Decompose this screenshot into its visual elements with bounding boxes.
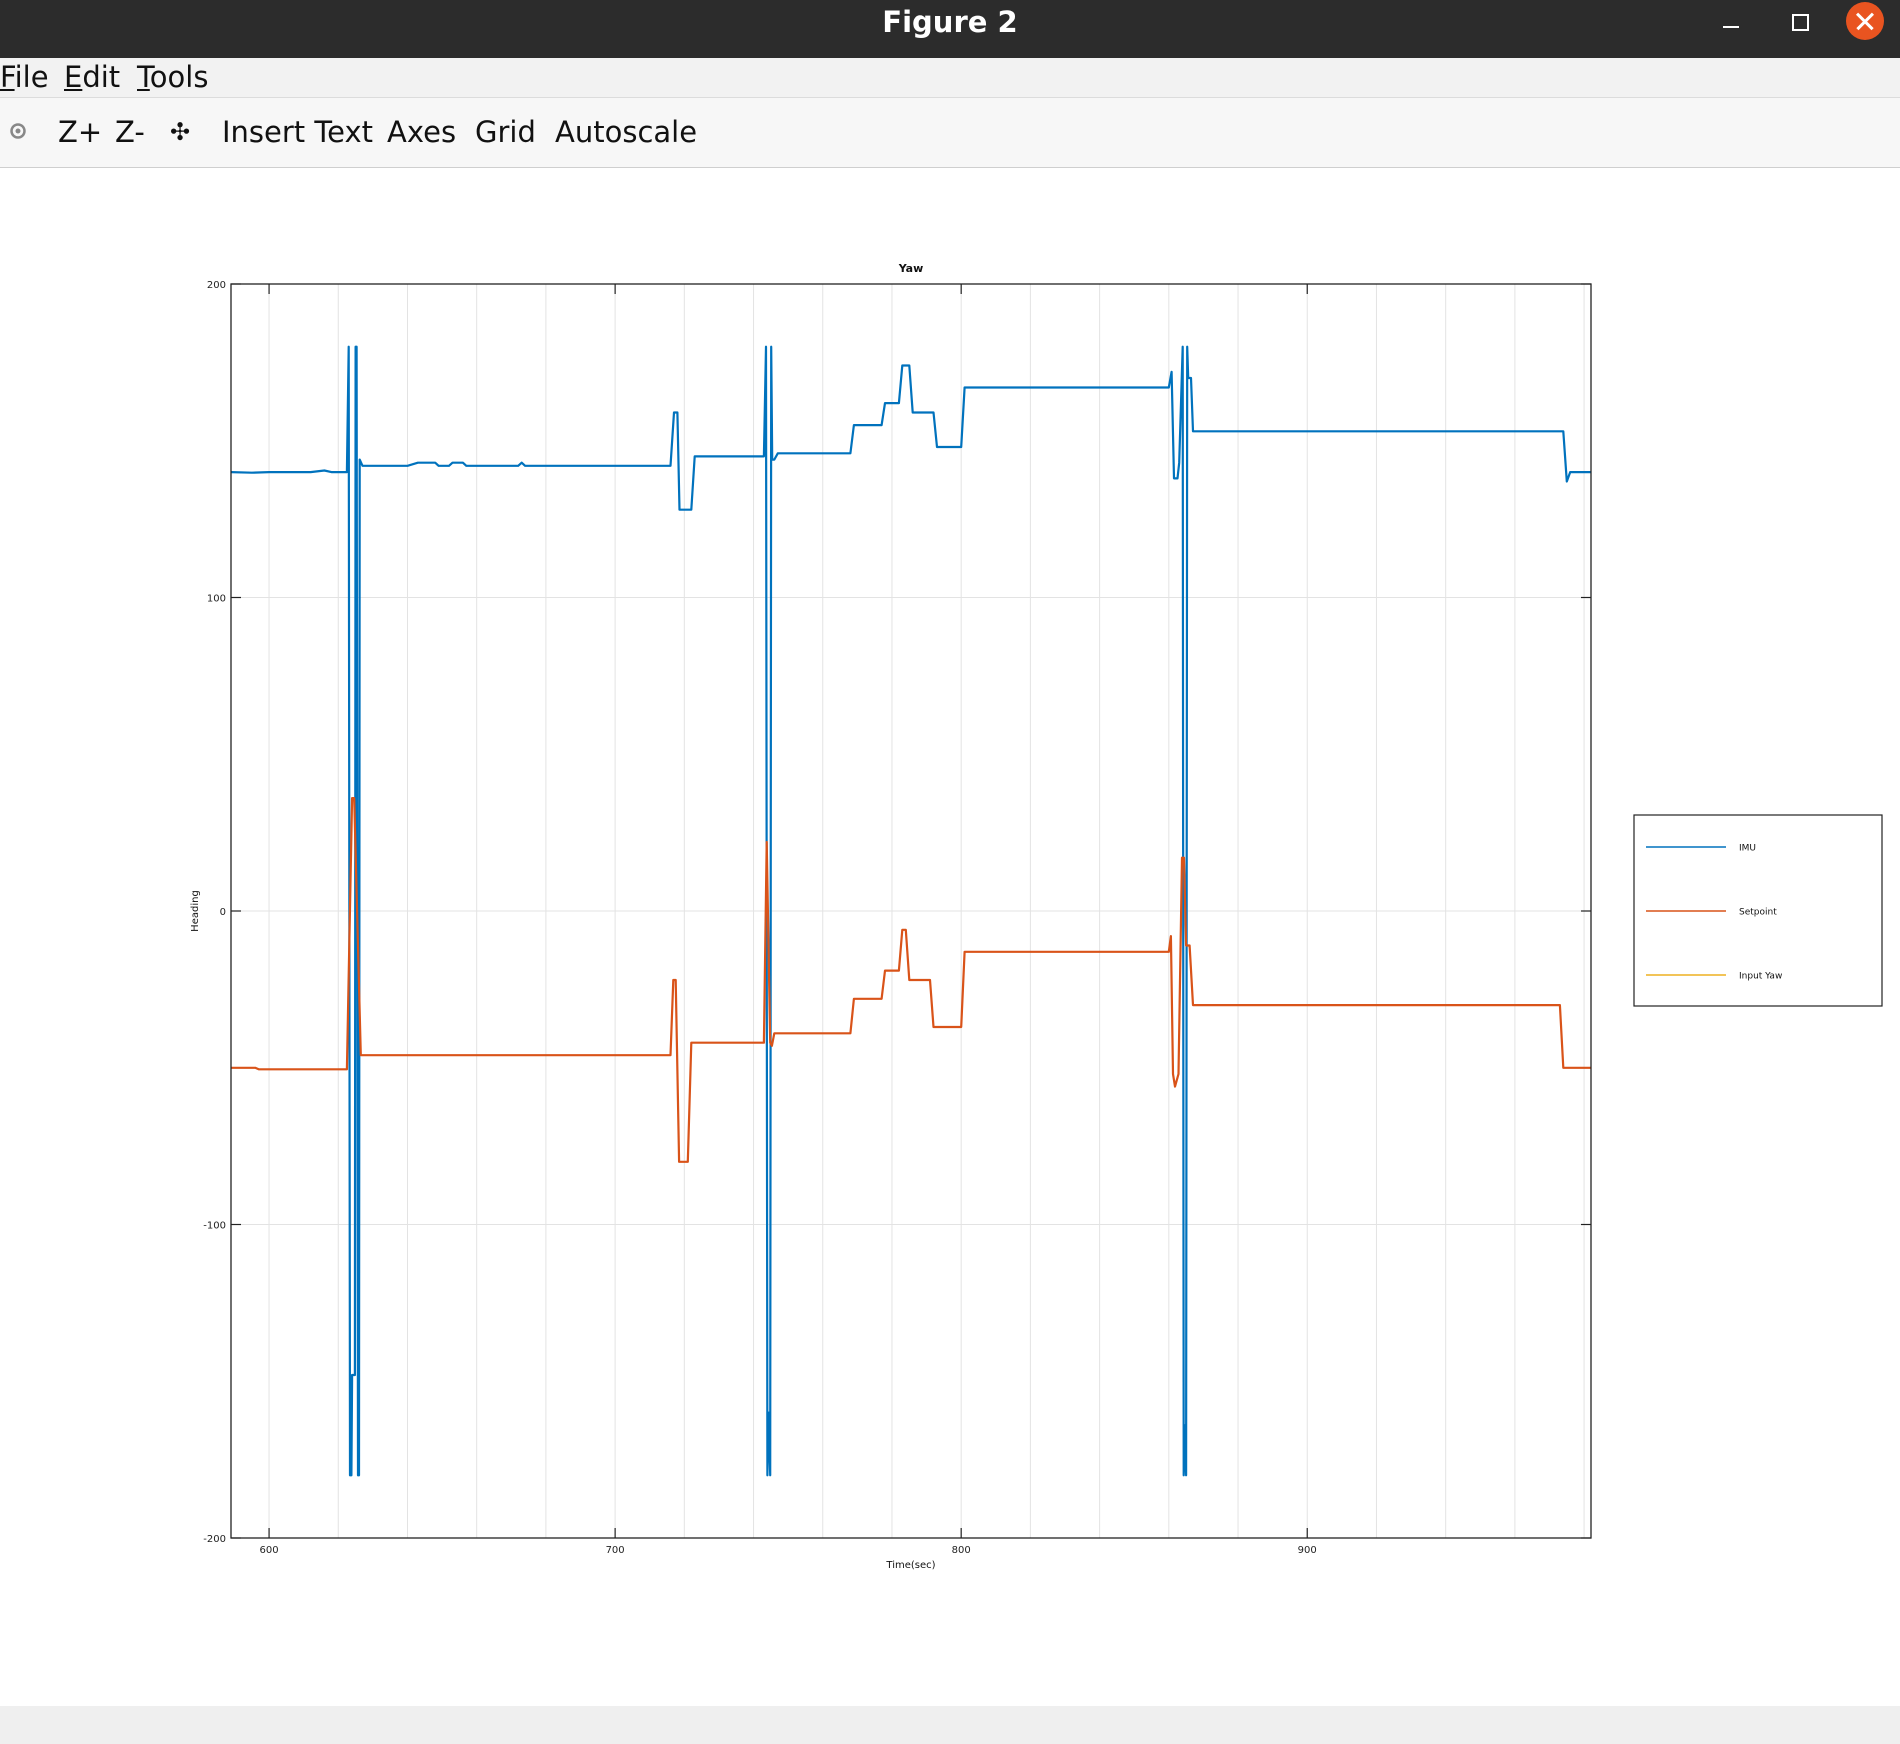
x-tick-label: 900 [1298,1545,1317,1556]
zoom-out-button[interactable]: Z- [115,98,145,167]
chart-title: Yaw [898,262,924,275]
legend[interactable]: IMU Setpoint Input Yaw [1633,814,1883,1007]
toolbar: Z+ Z- ✣ Insert Text Axes Grid Autoscale [0,98,1900,168]
insert-text-button[interactable]: Insert Text [222,98,373,167]
menu-tools-mnemonic: T [137,60,150,94]
maximize-button[interactable] [1774,0,1824,44]
grid-layer [231,283,1591,1539]
legend-label: Input Yaw [1739,972,1782,982]
menu-tools-label: ools [149,60,209,94]
menu-file-label: ile [14,60,49,94]
y-tick-label: 0 [220,907,226,918]
tick-layer: 600 700 800 900 200 100 0 -100 -200 [203,280,1591,1556]
x-tick-label: 700 [606,1545,625,1556]
menu-edit[interactable]: Edit [64,58,120,97]
y-tick-label: 100 [207,594,226,605]
x-tick-label: 800 [952,1545,971,1556]
status-bar [0,1706,1900,1744]
series-line-setpoint [231,797,1591,1163]
window-titlebar[interactable]: Figure 2 [0,0,1900,58]
grid-button[interactable]: Grid [475,98,536,167]
menu-edit-label: dit [82,60,121,94]
menu-tools[interactable]: Tools [137,58,208,97]
menu-file[interactable]: File [0,58,49,97]
pan-icon[interactable]: ✣ [170,98,190,167]
x-axis-label: Time(sec) [885,1560,935,1571]
figure-canvas[interactable]: 600 700 800 900 200 100 0 -100 -200 Yaw Time(sec… [0,168,1900,1705]
minimize-button[interactable] [1706,0,1756,44]
menu-bar: File Edit Tools [0,58,1900,98]
rotate-icon[interactable] [8,98,28,167]
close-button[interactable] [1846,2,1884,40]
legend-label: IMU [1739,844,1756,854]
zoom-in-button[interactable]: Z+ [58,98,102,167]
axes-button[interactable]: Axes [387,98,456,167]
menu-file-mnemonic: F [0,60,15,94]
y-axis-label: Heading [190,890,201,932]
yaw-chart[interactable]: 600 700 800 900 200 100 0 -100 -200 Yaw Time(sec… [0,168,1900,1705]
menu-edit-mnemonic: E [64,60,83,94]
window-title: Figure 2 [882,5,1018,39]
x-tick-label: 600 [260,1545,279,1556]
y-tick-label: -200 [203,1534,226,1545]
y-tick-label: 200 [207,280,226,291]
y-tick-label: -100 [203,1221,226,1232]
autoscale-button[interactable]: Autoscale [555,98,697,167]
legend-label: Setpoint [1739,908,1777,918]
